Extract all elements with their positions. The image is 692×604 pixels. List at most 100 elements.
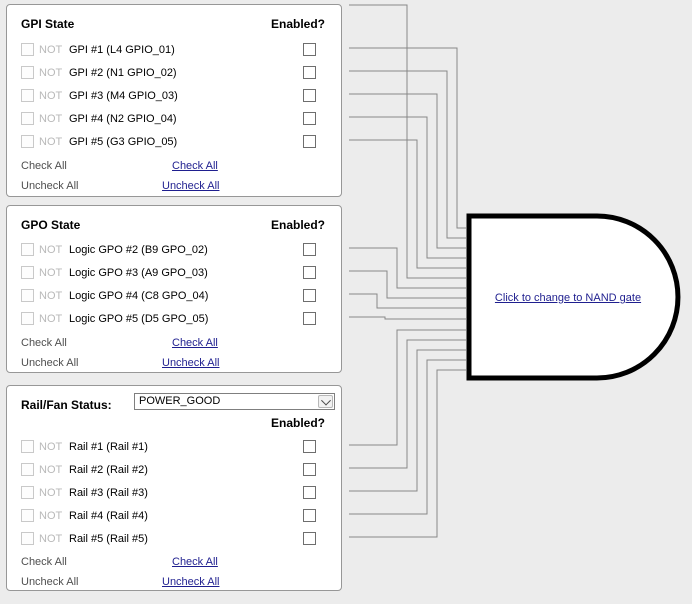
gpi-3-label: GPI #3 (M4 GPIO_03)	[69, 89, 178, 102]
rail-4-enabled-checkbox[interactable]	[303, 508, 316, 522]
gpi-5-enabled-checkbox[interactable]	[303, 134, 316, 148]
rail-3-not-label: NOT	[39, 486, 63, 499]
gpi-4-label: GPI #4 (N2 GPIO_04)	[69, 112, 177, 125]
rail-2-not-label: NOT	[39, 463, 63, 476]
rail-5-not-label: NOT	[39, 532, 63, 545]
rail-2-not-checkbox	[21, 462, 34, 476]
gpo-row-3: NOT Logic GPO #3 (A9 GPO_03)	[7, 261, 341, 284]
gpo-4-enabled-checkbox[interactable]	[303, 288, 316, 302]
gpi-3-not-checkbox	[21, 88, 34, 102]
gpi-3-enabled-checkbox[interactable]	[303, 88, 316, 102]
gpi-3-not-label: NOT	[39, 89, 63, 102]
gpo-5-label: Logic GPO #5 (D5 GPO_05)	[69, 312, 209, 325]
gpi-2-not-label: NOT	[39, 66, 63, 79]
gpi-4-not-label: NOT	[39, 112, 63, 125]
gpi-row-3: NOT GPI #3 (M4 GPIO_03)	[7, 84, 341, 107]
rail-2-label: Rail #2 (Rail #2)	[69, 463, 148, 476]
gpi-enabled-uncheck-all-link[interactable]: Uncheck All	[162, 178, 219, 194]
gpi-5-label: GPI #5 (G3 GPIO_05)	[69, 135, 178, 148]
rail-enabled-uncheck-all-link[interactable]: Uncheck All	[162, 574, 219, 590]
rail-4-label: Rail #4 (Rail #4)	[69, 509, 148, 522]
gpi-row-1: NOT GPI #1 (L4 GPIO_01)	[7, 38, 341, 61]
gpo-5-not-label: NOT	[39, 312, 63, 325]
rail-row-4: NOT Rail #4 (Rail #4)	[7, 504, 341, 527]
wires	[349, 4, 466, 538]
rail-3-label: Rail #3 (Rail #3)	[69, 486, 148, 499]
rail-uncheck-all-line: Uncheck All Uncheck All	[7, 574, 341, 590]
gpio-logic-config-screen: GPI State Enabled? NOT GPI #1 (L4 GPIO_0…	[0, 0, 692, 604]
gpo-check-all-line: Check All Check All	[7, 335, 341, 351]
gpi-4-not-checkbox	[21, 111, 34, 125]
wire-rail-2	[349, 339, 466, 469]
gpi-row-2: NOT GPI #2 (N1 GPIO_02)	[7, 61, 341, 84]
dropdown-arrow-button[interactable]	[318, 395, 333, 408]
gpo-panel-title: GPO State	[21, 218, 81, 232]
gpi-state-panel: GPI State Enabled? NOT GPI #1 (L4 GPIO_0…	[6, 4, 342, 197]
rail-3-not-checkbox	[21, 485, 34, 499]
wire-gpo-5	[349, 316, 466, 320]
rail-row-1: NOT Rail #1 (Rail #1)	[7, 435, 341, 458]
rail-panel-title: Rail/Fan Status:	[21, 398, 112, 412]
gpo-2-not-checkbox	[21, 242, 34, 256]
rail-not-uncheck-all-label: Uncheck All	[21, 576, 79, 588]
gpi-1-enabled-checkbox[interactable]	[303, 42, 316, 56]
wire-gpo-4	[349, 293, 466, 309]
rail-3-enabled-checkbox[interactable]	[303, 485, 316, 499]
rail-1-not-label: NOT	[39, 440, 63, 453]
rail-enabled-check-all-link[interactable]: Check All	[172, 554, 218, 570]
gpo-2-not-label: NOT	[39, 243, 63, 256]
gpo-not-check-all-label: Check All	[21, 337, 67, 349]
gpo-4-not-checkbox	[21, 288, 34, 302]
rail-row-3: NOT Rail #3 (Rail #3)	[7, 481, 341, 504]
gpi-not-check-all-label: Check All	[21, 160, 67, 172]
rail-1-label: Rail #1 (Rail #1)	[69, 440, 148, 453]
gpo-3-label: Logic GPO #3 (A9 GPO_03)	[69, 266, 208, 279]
rail-row-2: NOT Rail #2 (Rail #2)	[7, 458, 341, 481]
gpo-uncheck-all-line: Uncheck All Uncheck All	[7, 355, 341, 371]
rail-check-all-line: Check All Check All	[7, 554, 341, 570]
gpi-not-uncheck-all-label: Uncheck All	[21, 180, 79, 192]
change-gate-type-link[interactable]: Click to change to NAND gate	[495, 292, 641, 304]
gpi-uncheck-all-line: Uncheck All Uncheck All	[7, 178, 341, 194]
gpo-row-5: NOT Logic GPO #5 (D5 GPO_05)	[7, 307, 341, 330]
rail-5-enabled-checkbox[interactable]	[303, 531, 316, 545]
rail-1-enabled-checkbox[interactable]	[303, 439, 316, 453]
gpo-3-not-checkbox	[21, 265, 34, 279]
gpi-enabled-check-all-link[interactable]: Check All	[172, 158, 218, 174]
gpo-enabled-header: Enabled?	[270, 218, 325, 232]
rail-fan-status-panel: Rail/Fan Status: POWER_GOOD Enabled? NOT…	[6, 385, 342, 591]
rail-4-not-checkbox	[21, 508, 34, 522]
chevron-down-icon	[320, 395, 331, 406]
gpi-2-enabled-checkbox[interactable]	[303, 65, 316, 79]
gpo-enabled-uncheck-all-link[interactable]: Uncheck All	[162, 355, 219, 371]
rail-status-dropdown[interactable]: POWER_GOOD	[134, 393, 335, 410]
gpo-5-not-checkbox	[21, 311, 34, 325]
gpo-3-not-label: NOT	[39, 266, 63, 279]
gpo-5-enabled-checkbox[interactable]	[303, 311, 316, 325]
rail-4-not-label: NOT	[39, 509, 63, 522]
gpo-row-4: NOT Logic GPO #4 (C8 GPO_04)	[7, 284, 341, 307]
gpo-not-uncheck-all-label: Uncheck All	[21, 357, 79, 369]
rail-row-5: NOT Rail #5 (Rail #5)	[7, 527, 341, 550]
gpo-2-label: Logic GPO #2 (B9 GPO_02)	[69, 243, 208, 256]
gpi-5-not-label: NOT	[39, 135, 63, 148]
gpi-check-all-line: Check All Check All	[7, 158, 341, 174]
gpi-1-not-checkbox	[21, 42, 34, 56]
gpi-2-not-checkbox	[21, 65, 34, 79]
rail-1-not-checkbox	[21, 439, 34, 453]
gpi-5-not-checkbox	[21, 134, 34, 148]
gpo-state-panel: GPO State Enabled? NOT Logic GPO #2 (B9 …	[6, 205, 342, 373]
gpi-4-enabled-checkbox[interactable]	[303, 111, 316, 125]
rail-not-check-all-label: Check All	[21, 556, 67, 568]
gpo-2-enabled-checkbox[interactable]	[303, 242, 316, 256]
rail-status-dropdown-value: POWER_GOOD	[139, 395, 221, 407]
gpi-2-label: GPI #2 (N1 GPIO_02)	[69, 66, 177, 79]
gpi-row-5: NOT GPI #5 (G3 GPIO_05)	[7, 130, 341, 153]
gpi-panel-title: GPI State	[21, 17, 75, 31]
gpo-enabled-check-all-link[interactable]: Check All	[172, 335, 218, 351]
gpi-enabled-header: Enabled?	[270, 17, 325, 31]
gpo-3-enabled-checkbox[interactable]	[303, 265, 316, 279]
gpo-row-2: NOT Logic GPO #2 (B9 GPO_02)	[7, 238, 341, 261]
rail-2-enabled-checkbox[interactable]	[303, 462, 316, 476]
rail-5-label: Rail #5 (Rail #5)	[69, 532, 148, 545]
